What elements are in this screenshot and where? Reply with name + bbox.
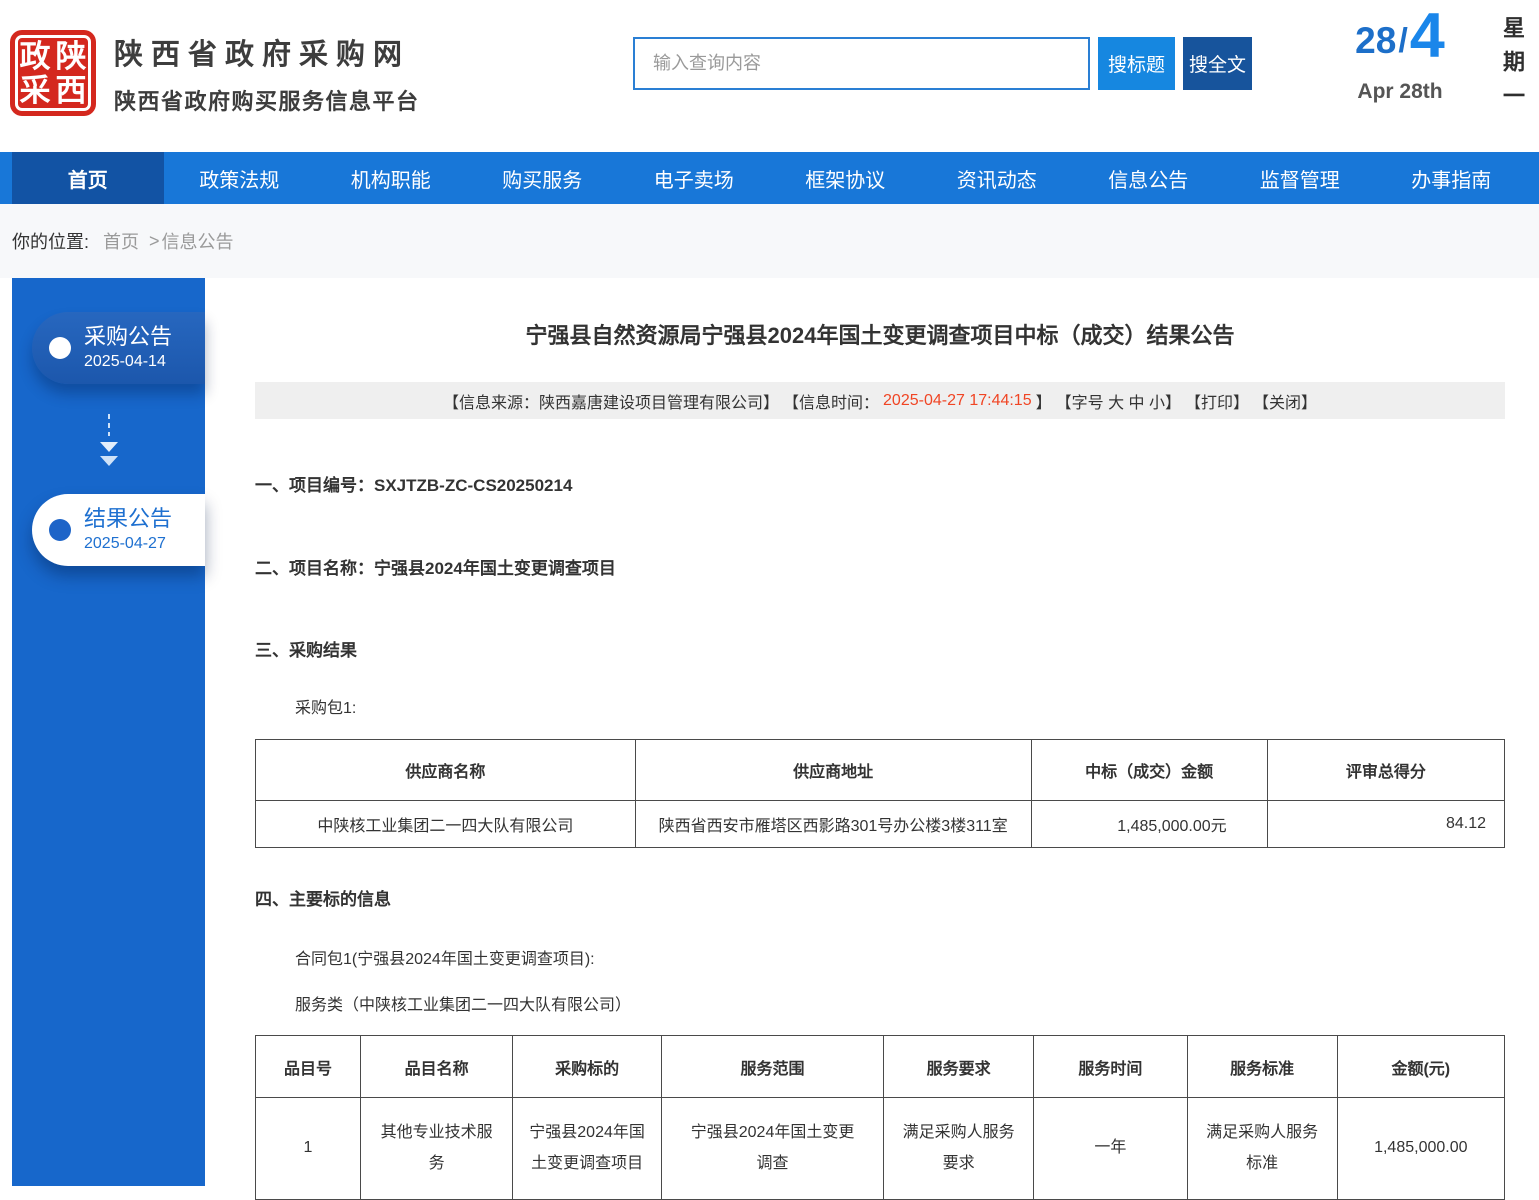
nav-item-announcements[interactable]: 信息公告 [1073,152,1225,204]
table-row: 1 其他专业技术服务 宁强县2024年国土变更调查项目 宁强县2024年国土变更… [256,1098,1505,1200]
sidebar-item-result-notice[interactable]: 结果公告 2025-04-27 [32,494,205,566]
sidebar-timeline: 采购公告 2025-04-14 结果公告 2025-04-27 [12,278,205,1186]
date-month: 4 [1410,0,1445,72]
site-header: 政 陕 采 西 陕西省政府采购网 陕西省政府购买服务信息平台 搜标题 搜全文 2… [0,0,1539,152]
column-header: 服务标准 [1187,1036,1337,1098]
breadcrumb-current-link[interactable]: 信息公告 [162,228,234,254]
column-header: 评审总得分 [1267,740,1504,801]
circle-bullet-icon [49,519,71,541]
section-project-name: 二、项目名称：宁强县2024年国土变更调查项目 [255,554,1505,579]
date-slash: / [1398,22,1407,61]
section-label: 二、项目名称： [255,559,374,578]
date-day: 28 [1355,20,1396,62]
table-row: 中陕核工业集团二一四大队有限公司 陕西省西安市雁塔区西影路301号办公楼3楼31… [256,801,1505,848]
nav-item-framework-agreement[interactable]: 框架协议 [770,152,922,204]
breadcrumb-separator: > [149,231,160,252]
print-button[interactable]: 【打印】 [1185,389,1249,413]
section-project-number: 一、项目编号：SXJTZB-ZC-CS20250214 [255,471,1505,496]
service-scope-cell: 宁强县2024年国土变更调查 [661,1098,883,1200]
breadcrumb: 你的位置: 首页 > 信息公告 [0,204,1539,278]
font-size-control[interactable]: 【字号 大 中 小】 [1056,389,1181,413]
column-header: 金额(元) [1337,1036,1504,1098]
article-meta-bar: 【信息来源：陕西嘉唐建设项目管理有限公司】 【信息时间： 2025-04-27 … [255,382,1505,419]
nav-item-functions[interactable]: 机构职能 [315,152,467,204]
sidebar-item-procurement-notice[interactable]: 采购公告 2025-04-14 [32,312,205,384]
meta-time-value: 2025-04-27 17:44:15 [883,392,1032,410]
breadcrumb-label: 你的位置: [12,228,89,254]
sidebar-item-title: 采购公告 [84,325,172,349]
supplier-name-cell: 中陕核工业集团二一四大队有限公司 [256,801,636,848]
amount-cell: 1,485,000.00 [1337,1098,1504,1200]
search-title-button[interactable]: 搜标题 [1098,37,1175,90]
date-widget: 28 / 4 Apr 28th [1338,10,1462,104]
column-header: 供应商地址 [635,740,1031,801]
column-header: 中标（成交）金额 [1031,740,1267,801]
weekday-label: 星期一 [1501,16,1523,118]
date-numeric: 28 / 4 [1338,10,1462,72]
meta-time-close: 】 [1036,389,1052,413]
logo-char: 陕 [56,41,87,72]
column-header: 品目号 [256,1036,361,1098]
date-english: Apr 28th [1338,80,1462,104]
nav-item-guide[interactable]: 办事指南 [1376,152,1528,204]
table-header-row: 供应商名称 供应商地址 中标（成交）金额 评审总得分 [256,740,1505,801]
site-title: 陕西省政府采购网 [114,31,420,73]
column-header: 服务时间 [1034,1036,1188,1098]
article: 宁强县自然资源局宁强县2024年国土变更调查项目中标（成交）结果公告 【信息来源… [255,278,1505,1200]
brand-text: 陕西省政府采购网 陕西省政府购买服务信息平台 [114,31,420,116]
breadcrumb-home-link[interactable]: 首页 [103,228,139,254]
result-table: 供应商名称 供应商地址 中标（成交）金额 评审总得分 中陕核工业集团二一四大队有… [255,739,1505,848]
sidebar-item-date: 2025-04-14 [84,353,172,371]
package-label: 采购包1: [255,694,1505,718]
project-number-value: SXJTZB-ZC-CS20250214 [374,476,572,495]
meta-time-label: 【信息时间： [783,389,879,413]
site-logo-icon: 政 陕 采 西 [10,30,96,116]
circle-bullet-icon [49,337,71,359]
nav-item-policies[interactable]: 政策法规 [164,152,316,204]
page-title: 宁强县自然资源局宁强县2024年国土变更调查项目中标（成交）结果公告 [255,318,1505,350]
service-requirement-cell: 满足采购人服务要求 [884,1098,1034,1200]
search-input[interactable] [633,37,1090,90]
column-header: 供应商名称 [256,740,636,801]
item-name-cell: 其他专业技术服务 [360,1098,512,1200]
subject-detail-table: 品目号 品目名称 采购标的 服务范围 服务要求 服务时间 服务标准 金额(元) … [255,1035,1505,1200]
logo-char: 采 [20,75,51,106]
section-subject-info: 四、主要标的信息 [255,885,1505,910]
service-category-label: 服务类（中陕核工业集团二一四大队有限公司） [255,991,1505,1015]
column-header: 服务范围 [661,1036,883,1098]
sidebar-item-title: 结果公告 [84,507,172,531]
sidebar-item-date: 2025-04-27 [84,535,172,553]
column-header: 品目名称 [360,1036,512,1098]
section-procurement-result: 三、采购结果 [255,636,1505,661]
nav-item-supervision[interactable]: 监督管理 [1224,152,1376,204]
search-bar: 搜标题 搜全文 [633,37,1252,90]
close-button[interactable]: 【关闭】 [1253,389,1317,413]
award-amount-cell: 1,485,000.00元 [1031,801,1267,848]
column-header: 服务要求 [884,1036,1034,1098]
item-number-cell: 1 [256,1098,361,1200]
meta-source: 【信息来源：陕西嘉唐建设项目管理有限公司】 [443,389,779,413]
nav-item-purchase-services[interactable]: 购买服务 [467,152,619,204]
search-fulltext-button[interactable]: 搜全文 [1183,37,1252,90]
supplier-address-cell: 陕西省西安市雁塔区西影路301号办公楼3楼311室 [635,801,1031,848]
nav-item-home[interactable]: 首页 [12,152,164,204]
site-subtitle: 陕西省政府购买服务信息平台 [114,84,420,116]
down-arrow-icon [96,412,122,470]
logo-char: 西 [56,75,87,106]
nav-item-news[interactable]: 资讯动态 [921,152,1073,204]
nav-item-e-marketplace[interactable]: 电子卖场 [618,152,770,204]
table-header-row: 品目号 品目名称 采购标的 服务范围 服务要求 服务时间 服务标准 金额(元) [256,1036,1505,1098]
service-time-cell: 一年 [1034,1098,1188,1200]
review-score-cell: 84.12 [1267,801,1504,848]
logo-char: 政 [20,41,51,72]
brand: 政 陕 采 西 陕西省政府采购网 陕西省政府购买服务信息平台 [10,30,420,116]
main-nav: 首页 政策法规 机构职能 购买服务 电子卖场 框架协议 资讯动态 信息公告 监督… [0,152,1539,204]
content-area: 采购公告 2025-04-14 结果公告 2025-04-27 宁强县自然资源局… [0,278,1539,1186]
contract-package-label: 合同包1(宁强县2024年国土变更调查项目): [255,945,1505,969]
service-standard-cell: 满足采购人服务标准 [1187,1098,1337,1200]
column-header: 采购标的 [513,1036,662,1098]
procurement-subject-cell: 宁强县2024年国土变更调查项目 [513,1098,662,1200]
project-name-value: 宁强县2024年国土变更调查项目 [374,559,616,578]
section-label: 一、项目编号： [255,476,374,495]
